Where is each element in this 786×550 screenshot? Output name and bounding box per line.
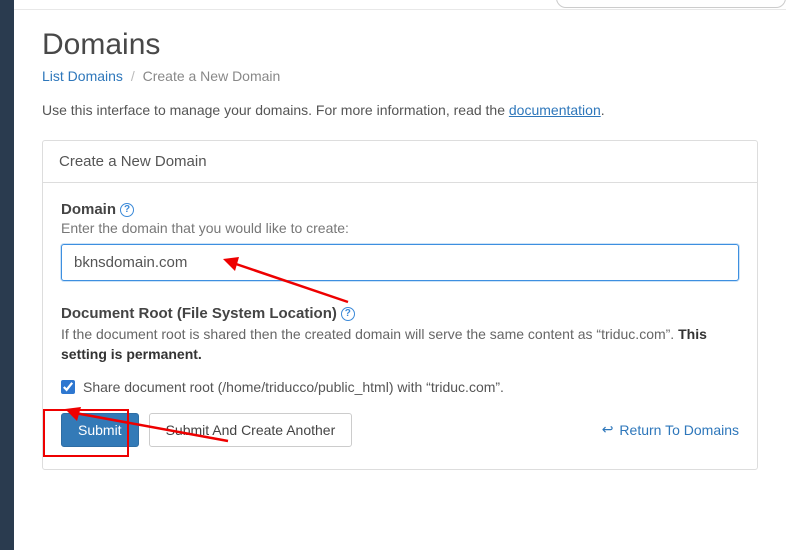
domain-help: Enter the domain that you would like to … <box>61 220 739 236</box>
docroot-description: If the document root is shared then the … <box>61 324 739 365</box>
share-docroot-row[interactable]: Share document root (/home/triducco/publ… <box>61 379 739 395</box>
breadcrumb: List Domains / Create a New Domain <box>42 68 758 84</box>
search-input[interactable] <box>556 0 786 8</box>
help-icon[interactable]: ? <box>120 203 134 217</box>
top-bar <box>14 0 786 10</box>
domain-label-text: Domain <box>61 201 116 218</box>
domain-label: Domain ? <box>61 201 739 218</box>
breadcrumb-list-domains[interactable]: List Domains <box>42 68 123 84</box>
sidebar-strip <box>0 0 14 550</box>
intro-suffix: . <box>601 102 605 118</box>
breadcrumb-current: Create a New Domain <box>143 68 281 84</box>
help-icon[interactable]: ? <box>341 307 355 321</box>
intro-prefix: Use this interface to manage your domain… <box>42 102 509 118</box>
intro-text: Use this interface to manage your domain… <box>42 102 758 118</box>
panel-body: Domain ? Enter the domain that you would… <box>43 183 757 469</box>
domain-input[interactable] <box>61 244 739 281</box>
documentation-link[interactable]: documentation <box>509 102 601 118</box>
submit-another-button[interactable]: Submit And Create Another <box>149 413 353 447</box>
create-domain-panel: Create a New Domain Domain ? Enter the d… <box>42 140 758 470</box>
return-label: Return To Domains <box>619 422 739 438</box>
docroot-label-text: Document Root (File System Location) <box>61 305 337 322</box>
actions-row: Submit Submit And Create Another ↩ Retur… <box>61 413 739 447</box>
docroot-label: Document Root (File System Location) ? <box>61 305 739 322</box>
share-docroot-label: Share document root (/home/triducco/publ… <box>83 379 504 395</box>
breadcrumb-separator: / <box>131 68 135 84</box>
share-docroot-checkbox[interactable] <box>61 380 75 394</box>
page-title: Domains <box>42 28 758 62</box>
panel-header: Create a New Domain <box>43 141 757 183</box>
main-content: Domains List Domains / Create a New Doma… <box>14 0 786 550</box>
submit-button[interactable]: Submit <box>61 413 139 447</box>
docroot-desc-prefix: If the document root is shared then the … <box>61 326 678 342</box>
return-to-domains-link[interactable]: ↩ Return To Domains <box>602 421 739 438</box>
return-icon: ↩ <box>602 421 614 438</box>
